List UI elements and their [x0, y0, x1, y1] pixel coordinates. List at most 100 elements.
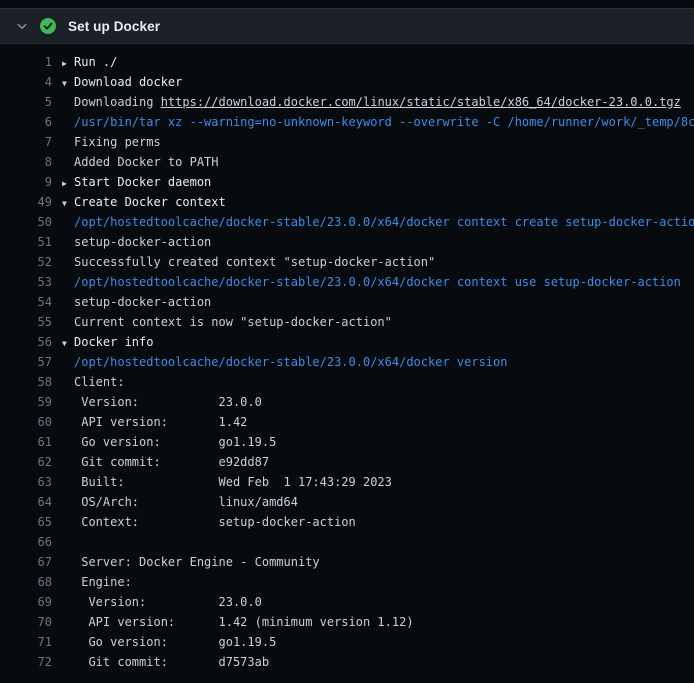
log-line-text: Version: 23.0.0 [74, 392, 262, 412]
log-line: 8 Added Docker to PATH [0, 152, 694, 172]
log-line-text: setup-docker-action [74, 232, 211, 252]
log-line-text: Go version: go1.19.5 [74, 632, 276, 652]
log-line: 68 Engine: [0, 572, 694, 592]
log-line-text: Git commit: e92dd87 [74, 452, 269, 472]
line-number[interactable]: 6 [0, 112, 52, 132]
log-line: 53 /opt/hostedtoolcache/docker-stable/23… [0, 272, 694, 292]
log-line: 7 Fixing perms [0, 132, 694, 152]
log-line-text: Downloading https://download.docker.com/… [74, 92, 681, 112]
log-line: 51 setup-docker-action [0, 232, 694, 252]
line-number[interactable]: 8 [0, 152, 52, 172]
line-number[interactable]: 62 [0, 452, 52, 472]
line-number[interactable]: 49 [0, 192, 52, 212]
check-circle-icon [40, 18, 56, 34]
step-title: Set up Docker [68, 19, 160, 34]
log-line-text: Added Docker to PATH [74, 152, 219, 172]
line-number[interactable]: 70 [0, 612, 52, 632]
group-toggle-icon[interactable]: ▼ [62, 334, 74, 352]
line-number[interactable]: 5 [0, 92, 52, 112]
log-line-text: Current context is now "setup-docker-act… [74, 312, 392, 332]
line-number[interactable]: 55 [0, 312, 52, 332]
log-line[interactable]: 9 ▶ Start Docker daemon [0, 172, 694, 192]
group-toggle-icon[interactable]: ▶ [62, 54, 74, 72]
line-number[interactable]: 57 [0, 352, 52, 372]
log-line: 60 API version: 1.42 [0, 412, 694, 432]
line-number[interactable]: 64 [0, 492, 52, 512]
line-number[interactable]: 60 [0, 412, 52, 432]
line-number[interactable]: 1 [0, 52, 52, 72]
log-line-text: Successfully created context "setup-dock… [74, 252, 435, 272]
log-line: 59 Version: 23.0.0 [0, 392, 694, 412]
log-line-text: API version: 1.42 (minimum version 1.12) [74, 612, 414, 632]
log-line-text: /usr/bin/tar xz --warning=no-unknown-key… [74, 112, 694, 132]
line-number[interactable]: 59 [0, 392, 52, 412]
log-url-link[interactable]: https://download.docker.com/linux/static… [161, 95, 681, 109]
log-line: 70 API version: 1.42 (minimum version 1.… [0, 612, 694, 632]
log-line: 58 Client: [0, 372, 694, 392]
log-line-text: Docker info [74, 332, 153, 352]
line-number[interactable]: 71 [0, 632, 52, 652]
log-line-text: Create Docker context [74, 192, 226, 212]
log-line: 61 Go version: go1.19.5 [0, 432, 694, 452]
line-number[interactable]: 52 [0, 252, 52, 272]
line-number[interactable]: 69 [0, 592, 52, 612]
log-line-text: Client: [74, 372, 125, 392]
log-line: 63 Built: Wed Feb 1 17:43:29 2023 [0, 472, 694, 492]
log-line-text: Built: Wed Feb 1 17:43:29 2023 [74, 472, 392, 492]
log-line: 57 /opt/hostedtoolcache/docker-stable/23… [0, 352, 694, 372]
log-line: 50 /opt/hostedtoolcache/docker-stable/23… [0, 212, 694, 232]
log-line: 69 Version: 23.0.0 [0, 592, 694, 612]
group-toggle-icon[interactable]: ▶ [62, 174, 74, 192]
log-line-text: API version: 1.42 [74, 412, 247, 432]
log-line: 72 Git commit: d7573ab [0, 652, 694, 672]
line-number[interactable]: 9 [0, 172, 52, 192]
log-line: 55 Current context is now "setup-docker-… [0, 312, 694, 332]
log-line: 64 OS/Arch: linux/amd64 [0, 492, 694, 512]
line-number[interactable]: 54 [0, 292, 52, 312]
log-line-text: Server: Docker Engine - Community [74, 552, 320, 572]
log-lines: 1 ▶ Run ./ 4 ▼ Download docker 5 Downloa… [0, 44, 694, 672]
group-toggle-icon[interactable]: ▼ [62, 74, 74, 92]
log-line-text: Engine: [74, 572, 132, 592]
line-number[interactable]: 63 [0, 472, 52, 492]
log-line-text: Context: setup-docker-action [74, 512, 356, 532]
log-line-text: Fixing perms [74, 132, 161, 152]
line-number[interactable]: 56 [0, 332, 52, 352]
log-line-text: Go version: go1.19.5 [74, 432, 276, 452]
log-line[interactable]: 1 ▶ Run ./ [0, 52, 694, 72]
log-line-text: Download docker [74, 72, 182, 92]
log-line-text: /opt/hostedtoolcache/docker-stable/23.0.… [74, 352, 507, 372]
line-number[interactable]: 53 [0, 272, 52, 292]
line-number[interactable]: 50 [0, 212, 52, 232]
log-line[interactable]: 49 ▼ Create Docker context [0, 192, 694, 212]
log-line: 67 Server: Docker Engine - Community [0, 552, 694, 572]
line-number[interactable]: 7 [0, 132, 52, 152]
log-line[interactable]: 4 ▼ Download docker [0, 72, 694, 92]
log-line-text: Version: 23.0.0 [74, 592, 262, 612]
line-number[interactable]: 67 [0, 552, 52, 572]
log-line-text: setup-docker-action [74, 292, 211, 312]
log-line: 66 [0, 532, 694, 552]
log-line-text: Start Docker daemon [74, 172, 211, 192]
log-line-text: /opt/hostedtoolcache/docker-stable/23.0.… [74, 212, 694, 232]
chevron-down-icon[interactable] [16, 20, 28, 32]
line-number[interactable]: 4 [0, 72, 52, 92]
group-toggle-icon[interactable]: ▼ [62, 194, 74, 212]
line-number[interactable]: 58 [0, 372, 52, 392]
line-number[interactable]: 66 [0, 532, 52, 552]
log-line-text: OS/Arch: linux/amd64 [74, 492, 298, 512]
line-number[interactable]: 65 [0, 512, 52, 532]
line-number[interactable]: 68 [0, 572, 52, 592]
log-line: 71 Go version: go1.19.5 [0, 632, 694, 652]
step-header[interactable]: Set up Docker [0, 8, 694, 44]
line-number[interactable]: 72 [0, 652, 52, 672]
log-line-text: Run ./ [74, 52, 117, 72]
log-line: 54 setup-docker-action [0, 292, 694, 312]
line-number[interactable]: 51 [0, 232, 52, 252]
log-line-text: /opt/hostedtoolcache/docker-stable/23.0.… [74, 272, 681, 292]
log-line: 52 Successfully created context "setup-d… [0, 252, 694, 272]
line-number[interactable]: 61 [0, 432, 52, 452]
log-line[interactable]: 56 ▼ Docker info [0, 332, 694, 352]
log-line: 5 Downloading https://download.docker.co… [0, 92, 694, 112]
log-line: 6 /usr/bin/tar xz --warning=no-unknown-k… [0, 112, 694, 132]
